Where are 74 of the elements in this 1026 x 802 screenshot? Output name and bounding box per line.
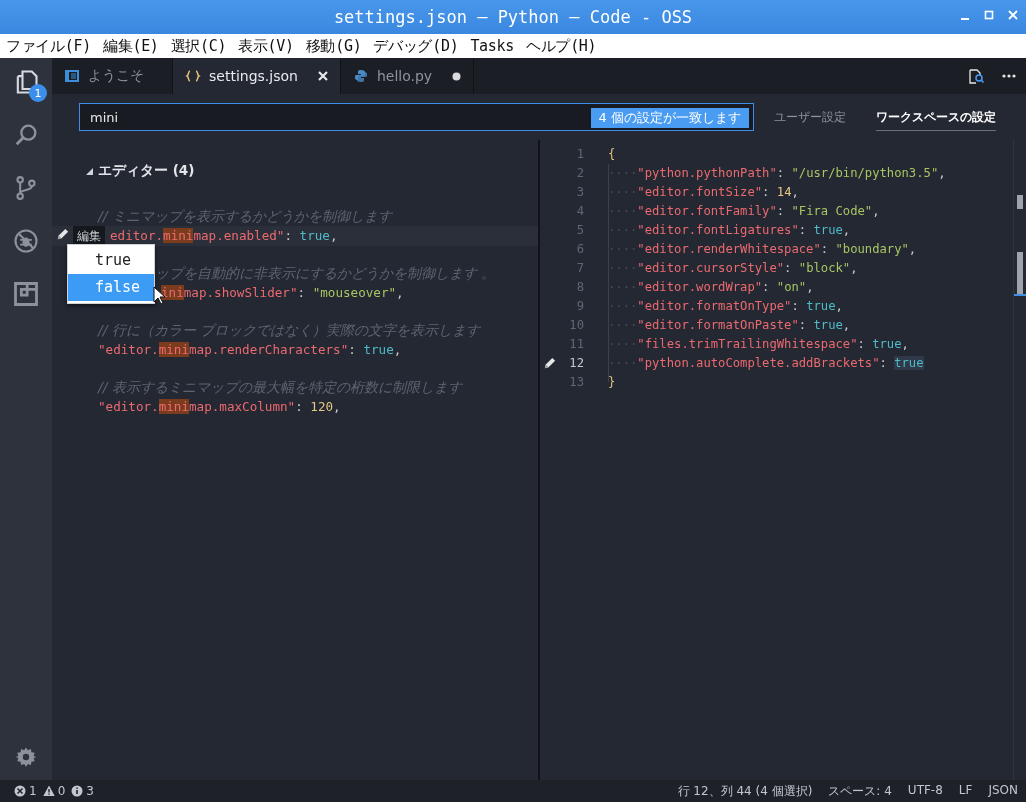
code-line: ····"editor.renderWhitespace": "boundary", [607, 241, 917, 258]
setting-description: // 行に（カラー ブロックではなく）実際の文字を表示します [98, 321, 482, 340]
line-number: 2 [576, 165, 584, 182]
status-item[interactable]: LF [958, 782, 973, 800]
code-line: ····"editor.cursorStyle": "block", [607, 260, 858, 277]
line-number: 4 [576, 203, 584, 220]
code-line: } [607, 374, 616, 391]
menu-item[interactable]: デバッグ(D) [373, 36, 459, 56]
line-number: 10 [569, 317, 584, 334]
code-line: ····"editor.wordWrap": "on", [607, 279, 814, 296]
code-line: ····"python.pythonPath": "/usr/bin/python3.5", [607, 165, 946, 182]
settings-icon[interactable] [15, 746, 37, 768]
line-number: 8 [576, 279, 584, 296]
count-badge: 1 [29, 84, 47, 102]
code-line: ····"editor.formatOnType": true, [607, 298, 843, 315]
document-icon [64, 68, 80, 84]
menu-item[interactable]: 編集(E) [103, 36, 159, 56]
settings-target-tab[interactable]: ユーザー設定 [774, 103, 846, 131]
setting-description: // 表示するミニマップの最大幅を特定の桁数に制限します [98, 378, 464, 397]
extensions-icon[interactable] [12, 280, 40, 308]
line-number: 5 [576, 222, 584, 239]
snake-icon [352, 68, 369, 84]
setting-code-line: editor.minimap.enabled": true, [110, 227, 339, 245]
unsaved-dot-icon [452, 71, 462, 81]
close-icon[interactable] [317, 71, 328, 81]
line-number: 3 [576, 184, 584, 201]
setting-description: // ミニマップを表示するかどうかを制御します [98, 207, 394, 226]
line-number: 1 [576, 146, 584, 163]
status-item[interactable]: スペース: 4 [828, 782, 892, 800]
line-number: 13 [569, 374, 584, 391]
status-item[interactable]: 行 12、列 44 (4 個選択) [677, 782, 813, 800]
line-number: 7 [576, 260, 584, 277]
code-line: ····"editor.fontFamily": "Fira Code", [607, 203, 880, 220]
problem-count[interactable]: 0 [57, 784, 66, 798]
menu-item[interactable]: 移動(G) [305, 36, 362, 56]
menu-item[interactable]: ヘルプ(H) [526, 36, 597, 56]
braces-icon [185, 68, 201, 84]
window-title: settings.json — Python — Code - OSS [333, 7, 693, 27]
menu-item[interactable]: 選択(C) [170, 36, 227, 56]
line-number: 6 [576, 241, 584, 258]
code-line: ····"python.autoComplete.addBrackets": true [607, 355, 924, 372]
overview-ruler[interactable] [1013, 140, 1026, 780]
editor-tab[interactable]: settings.json [173, 58, 341, 94]
code-line: ····"editor.formatOnPaste": true, [607, 317, 851, 334]
open-settings-icon[interactable] [968, 68, 984, 84]
error-icon[interactable] [14, 785, 26, 797]
pencil-icon[interactable] [55, 226, 70, 242]
status-item[interactable]: JSON [988, 782, 1018, 800]
more-icon[interactable] [1002, 74, 1016, 78]
menu-item[interactable]: 表示(V) [238, 36, 294, 56]
code-line: ····"files.trimTrailingWhitespace": true, [607, 336, 909, 353]
line-number: 12 [569, 355, 584, 372]
info-icon[interactable] [71, 785, 84, 797]
problem-count[interactable]: 3 [86, 784, 94, 798]
caret-icon[interactable] [86, 167, 93, 175]
menu-item[interactable]: Tasks [470, 37, 515, 55]
code-line: { [607, 146, 616, 163]
menu-item[interactable]: ファイル(F) [6, 36, 91, 56]
settings-target-tab[interactable]: ワークスペースの設定 [876, 103, 996, 131]
pencil-icon[interactable] [542, 356, 557, 371]
dropdown-option[interactable]: true [68, 247, 154, 274]
line-number: 11 [569, 336, 584, 353]
problem-count[interactable]: 1 [29, 784, 37, 798]
code-line: ····"editor.fontLigatures": true, [607, 222, 851, 239]
match-count-badge: 4 個の設定が一致します [590, 108, 749, 128]
warning-icon[interactable] [42, 785, 55, 797]
group-header[interactable]: エディター (4) [86, 160, 538, 182]
debug-icon[interactable] [12, 227, 40, 255]
edit-label[interactable]: 編集 [73, 226, 105, 246]
code-line: ····"editor.fontSize": 14, [607, 184, 799, 201]
status-item[interactable]: UTF-8 [907, 782, 943, 800]
maximize-icon[interactable] [984, 9, 994, 21]
setting-description: ップを自動的に非表示にするかどうかを制御します 。 [155, 264, 497, 283]
line-number: 9 [576, 298, 584, 315]
